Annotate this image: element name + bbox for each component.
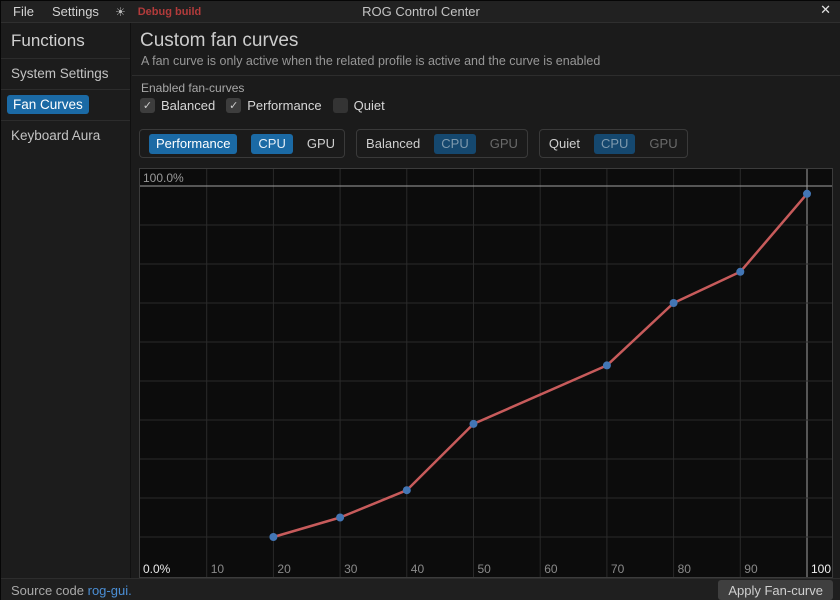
x-tick-label: 100 (811, 562, 831, 576)
curve-point[interactable] (336, 514, 344, 522)
enabled-fan-curves-label: Enabled fan-curves (141, 81, 244, 95)
tab-quiet[interactable]: Quiet (549, 136, 580, 151)
x-tick-label: 10 (211, 562, 225, 576)
curve-point[interactable] (670, 299, 678, 307)
checkbox-performance[interactable]: ✓ Performance (226, 98, 321, 113)
fan-curve-tabs-row: Performance CPU GPU Balanced CPU GPU Qui… (139, 129, 688, 158)
tab-balanced[interactable]: Balanced (366, 136, 420, 151)
sidebar-item-fan-curves[interactable]: Fan Curves (1, 89, 130, 120)
titlebar: File Settings ☀ Debug build ROG Control … (1, 1, 840, 23)
tab-performance[interactable]: Performance (149, 134, 237, 154)
divider (132, 75, 840, 76)
source-code-text: Source code rog-gui. (11, 583, 132, 598)
page-title: Custom fan curves (140, 30, 298, 52)
tab-performance-cpu[interactable]: CPU (251, 134, 292, 154)
curve-point[interactable] (736, 268, 744, 276)
sidebar-header: Functions (1, 23, 130, 58)
x-tick-label: 20 (277, 562, 291, 576)
y-axis-bottom-label: 0.0% (143, 562, 171, 576)
tab-group-balanced: Balanced CPU GPU (356, 129, 528, 158)
checkbox-balanced[interactable]: ✓ Balanced (140, 98, 215, 113)
debug-build-badge: Debug build (138, 6, 202, 18)
curve-point[interactable] (269, 533, 277, 541)
x-tick-label: 50 (478, 562, 492, 576)
checkmark-icon: ✓ (226, 98, 241, 113)
source-code-label: Source code (11, 583, 84, 598)
menu-settings[interactable]: Settings (48, 4, 103, 19)
tab-group-quiet: Quiet CPU GPU (539, 129, 688, 158)
curve-point[interactable] (403, 486, 411, 494)
x-tick-label: 80 (678, 562, 692, 576)
x-tick-label: 90 (744, 562, 758, 576)
source-code-link[interactable]: rog-gui. (88, 583, 132, 598)
app-window: File Settings ☀ Debug build ROG Control … (0, 0, 840, 600)
window-title: ROG Control Center (1, 4, 840, 19)
checkbox-label: Quiet (354, 98, 385, 113)
x-tick-label: 40 (411, 562, 425, 576)
checkmark-icon: ✓ (140, 98, 155, 113)
page-subtitle: A fan curve is only active when the rela… (141, 54, 600, 68)
tab-quiet-cpu[interactable]: CPU (594, 134, 635, 154)
curve-point[interactable] (803, 190, 811, 198)
close-icon[interactable]: ✕ (820, 2, 831, 18)
y-axis-top-label: 100.0% (143, 171, 184, 185)
enabled-checkbox-row: ✓ Balanced ✓ Performance Quiet (140, 98, 396, 113)
menu-file[interactable]: File (9, 4, 38, 19)
tab-balanced-cpu[interactable]: CPU (434, 134, 475, 154)
tab-performance-gpu[interactable]: GPU (307, 136, 335, 151)
sidebar: Functions System Settings Fan Curves Key… (1, 23, 131, 578)
tab-quiet-gpu[interactable]: GPU (649, 136, 677, 151)
curve-point[interactable] (603, 361, 611, 369)
sidebar-item-label: System Settings (11, 66, 109, 81)
sidebar-item-system-settings[interactable]: System Settings (1, 58, 130, 89)
tab-group-performance: Performance CPU GPU (139, 129, 345, 158)
x-tick-label: 60 (544, 562, 558, 576)
footer-bar: Source code rog-gui. Apply Fan-curve (1, 578, 840, 600)
checkbox-label: Balanced (161, 98, 215, 113)
x-tick-label: 30 (344, 562, 358, 576)
apply-fan-curve-button[interactable]: Apply Fan-curve (718, 580, 833, 600)
sidebar-item-label: Keyboard Aura (11, 128, 100, 143)
checkbox-empty (333, 98, 348, 113)
checkbox-quiet[interactable]: Quiet (333, 98, 385, 113)
curve-point[interactable] (470, 420, 478, 428)
sun-icon[interactable]: ☀ (115, 5, 126, 19)
checkbox-label: Performance (247, 98, 321, 113)
x-tick-label: 70 (611, 562, 625, 576)
fan-curve-chart[interactable]: 10 20 30 40 50 60 70 80 90 100 100.0% 0.0% (139, 168, 833, 578)
sidebar-item-keyboard-aura[interactable]: Keyboard Aura (1, 120, 130, 151)
tab-balanced-gpu[interactable]: GPU (490, 136, 518, 151)
main-panel: Custom fan curves A fan curve is only ac… (132, 23, 840, 578)
sidebar-item-label-selected: Fan Curves (7, 95, 89, 114)
